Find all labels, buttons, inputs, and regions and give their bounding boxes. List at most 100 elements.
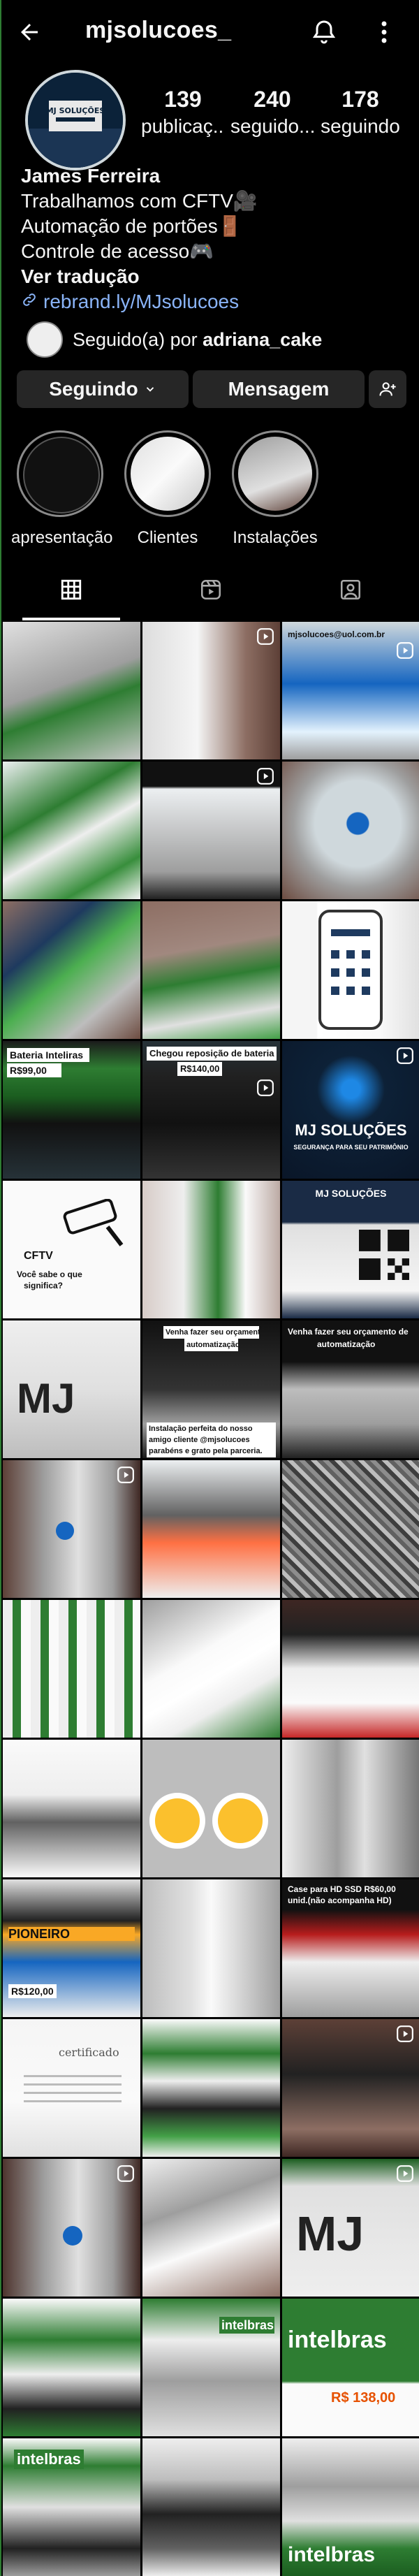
svg-text:MJ SOLUÇÕES: MJ SOLUÇÕES bbox=[46, 106, 105, 115]
followers-stat[interactable]: 240 seguido... bbox=[230, 87, 314, 138]
bio-line: Controle de acesso🎮 bbox=[21, 240, 214, 262]
post-thumbnail[interactable]: Case para HD SSD R$60,00 unid.(não acomp… bbox=[282, 1879, 419, 2017]
post-overlay-text: MJ SOLUÇÕES bbox=[315, 1188, 387, 1199]
post-overlay-text: Venha fazer seu orçamento de bbox=[163, 1326, 259, 1339]
post-thumbnail[interactable]: Chegou reposição de bateria R$140,00 bbox=[142, 1041, 280, 1179]
post-overlay-text: R$99,00 bbox=[7, 1063, 61, 1077]
post-thumbnail[interactable]: intelbras R$ 138,00 bbox=[282, 2299, 419, 2436]
post-thumbnail[interactable] bbox=[142, 1879, 280, 2017]
post-thumbnail[interactable] bbox=[3, 2159, 140, 2297]
add-user-icon bbox=[378, 379, 397, 399]
more-options-icon[interactable] bbox=[370, 17, 398, 48]
post-thumbnail[interactable] bbox=[3, 901, 140, 1039]
post-thumbnail[interactable] bbox=[142, 1460, 280, 1598]
highlight-label: Instalações bbox=[233, 528, 318, 547]
profile-tabs bbox=[1, 559, 419, 622]
post-thumbnail[interactable] bbox=[142, 2159, 280, 2297]
post-thumbnail[interactable] bbox=[3, 622, 140, 759]
post-thumbnail[interactable]: MJ SOLUÇÕES SEGURANÇA PARA SEU PATRIMÔNI… bbox=[282, 1041, 419, 1179]
post-overlay-text: Case para HD SSD R$60,00 bbox=[288, 1884, 396, 1894]
post-thumbnail[interactable] bbox=[142, 2438, 280, 2576]
button-illustration bbox=[63, 2226, 82, 2246]
message-button[interactable]: Mensagem bbox=[193, 370, 365, 408]
posts-stat[interactable]: 139 publicaç... bbox=[141, 87, 225, 138]
post-thumbnail[interactable]: intelbras bbox=[142, 2299, 280, 2436]
reel-icon bbox=[396, 2164, 414, 2186]
post-thumbnail[interactable]: mjsolucoes@uol.com.br bbox=[282, 622, 419, 759]
followed-by[interactable]: Seguido(a) por adriana_cake bbox=[27, 321, 322, 358]
post-overlay-text: CFTV bbox=[24, 1251, 53, 1262]
highlight-label: Clientes bbox=[137, 528, 198, 547]
app-frame: mjsolucoes_ MJ SOLUÇÕES 139 publicaç... … bbox=[0, 0, 419, 2576]
highlight-apresentacao[interactable]: apresentação bbox=[11, 430, 112, 548]
post-thumbnail[interactable] bbox=[282, 1460, 419, 1598]
bio-link[interactable]: rebrand.ly/MJsolucoes bbox=[21, 289, 412, 314]
post-thumbnail[interactable]: intelbras bbox=[282, 2438, 419, 2576]
following-count: 178 bbox=[341, 87, 379, 112]
profile-bio: James Ferreira Trabalhamos com CFTV🎥 Aut… bbox=[21, 163, 412, 314]
reel-icon bbox=[396, 1047, 414, 1068]
bio-link-text: rebrand.ly/MJsolucoes bbox=[43, 291, 240, 312]
highlight-cover bbox=[232, 430, 318, 517]
post-thumbnail[interactable] bbox=[282, 1600, 419, 1738]
post-thumbnail[interactable] bbox=[142, 1181, 280, 1318]
post-thumbnail[interactable]: MJ bbox=[282, 2159, 419, 2297]
following-stat[interactable]: 178 seguindo bbox=[318, 87, 402, 138]
reels-icon bbox=[199, 578, 223, 602]
post-thumbnail[interactable] bbox=[142, 901, 280, 1039]
post-thumbnail[interactable]: Venha fazer seu orçamento de automatizaç… bbox=[282, 1320, 419, 1458]
post-thumbnail[interactable] bbox=[3, 762, 140, 899]
tagged-person-icon bbox=[339, 578, 362, 602]
post-overlay-text: MJ bbox=[17, 1376, 75, 1421]
post-thumbnail[interactable] bbox=[142, 2019, 280, 2157]
post-thumbnail[interactable]: MJ SOLUÇÕES bbox=[282, 1181, 419, 1318]
highlight-cover bbox=[17, 430, 103, 517]
highlight-clientes[interactable]: Clientes bbox=[119, 430, 216, 548]
post-thumbnail[interactable]: Bateria Inteliras R$99,00 bbox=[3, 1041, 140, 1179]
tab-posts[interactable] bbox=[1, 559, 141, 620]
post-thumbnail[interactable] bbox=[3, 1600, 140, 1738]
sensor-illustration bbox=[212, 1793, 268, 1849]
post-thumbnail[interactable] bbox=[142, 622, 280, 759]
profile-username: mjsolucoes_ bbox=[85, 17, 232, 43]
posts-label: publicaç... bbox=[141, 115, 225, 137]
post-thumbnail[interactable]: CFTV Você sabe o que significa? bbox=[3, 1181, 140, 1318]
post-thumbnail[interactable] bbox=[3, 2299, 140, 2436]
back-arrow-icon[interactable] bbox=[15, 18, 43, 46]
post-thumbnail[interactable]: PIONEIRO R$120,00 bbox=[3, 1879, 140, 2017]
post-thumbnail[interactable] bbox=[282, 2019, 419, 2157]
post-thumbnail[interactable] bbox=[3, 1460, 140, 1598]
post-thumbnail[interactable]: intelbras bbox=[3, 2438, 140, 2576]
add-user-button[interactable] bbox=[369, 370, 406, 408]
highlight-cover bbox=[124, 430, 211, 517]
tab-tagged[interactable] bbox=[281, 559, 419, 620]
post-thumbnail[interactable]: certificado bbox=[3, 2019, 140, 2157]
post-overlay-text: Chegou reposição de bateria bbox=[147, 1047, 277, 1061]
following-button[interactable]: Seguindo bbox=[17, 370, 189, 408]
highlight-instalacoes[interactable]: Instalações bbox=[226, 430, 324, 548]
post-thumbnail[interactable] bbox=[142, 762, 280, 899]
reel-icon bbox=[256, 627, 274, 649]
grid-icon bbox=[59, 578, 83, 602]
post-thumbnail[interactable]: MJ bbox=[3, 1320, 140, 1458]
follower-avatar bbox=[27, 321, 63, 358]
profile-avatar[interactable]: MJ SOLUÇÕES bbox=[25, 70, 126, 170]
bell-icon[interactable] bbox=[309, 17, 339, 48]
post-thumbnail[interactable] bbox=[282, 1740, 419, 1877]
post-thumbnail[interactable] bbox=[142, 1740, 280, 1877]
reel-icon bbox=[396, 2025, 414, 2046]
post-overlay-text: MJ SOLUÇÕES bbox=[295, 1122, 407, 1139]
reel-icon bbox=[117, 2164, 135, 2186]
see-translation-link[interactable]: Ver tradução bbox=[21, 264, 412, 289]
button-illustration bbox=[56, 1522, 74, 1540]
post-thumbnail[interactable] bbox=[3, 1740, 140, 1877]
post-thumbnail[interactable]: Venha fazer seu orçamento de automatizaç… bbox=[142, 1320, 280, 1458]
post-thumbnail[interactable] bbox=[142, 1600, 280, 1738]
post-thumbnail[interactable] bbox=[282, 762, 419, 899]
post-overlay-text: Você sabe o que bbox=[17, 1269, 82, 1279]
tab-reels[interactable] bbox=[141, 559, 281, 620]
post-thumbnail[interactable] bbox=[282, 901, 419, 1039]
posts-grid: mjsolucoes@uol.com.br Bateria Inteliras … bbox=[3, 622, 419, 2576]
bio-line: Automação de portões🚪 bbox=[21, 215, 242, 237]
post-overlay-text: certificado bbox=[59, 2047, 119, 2058]
